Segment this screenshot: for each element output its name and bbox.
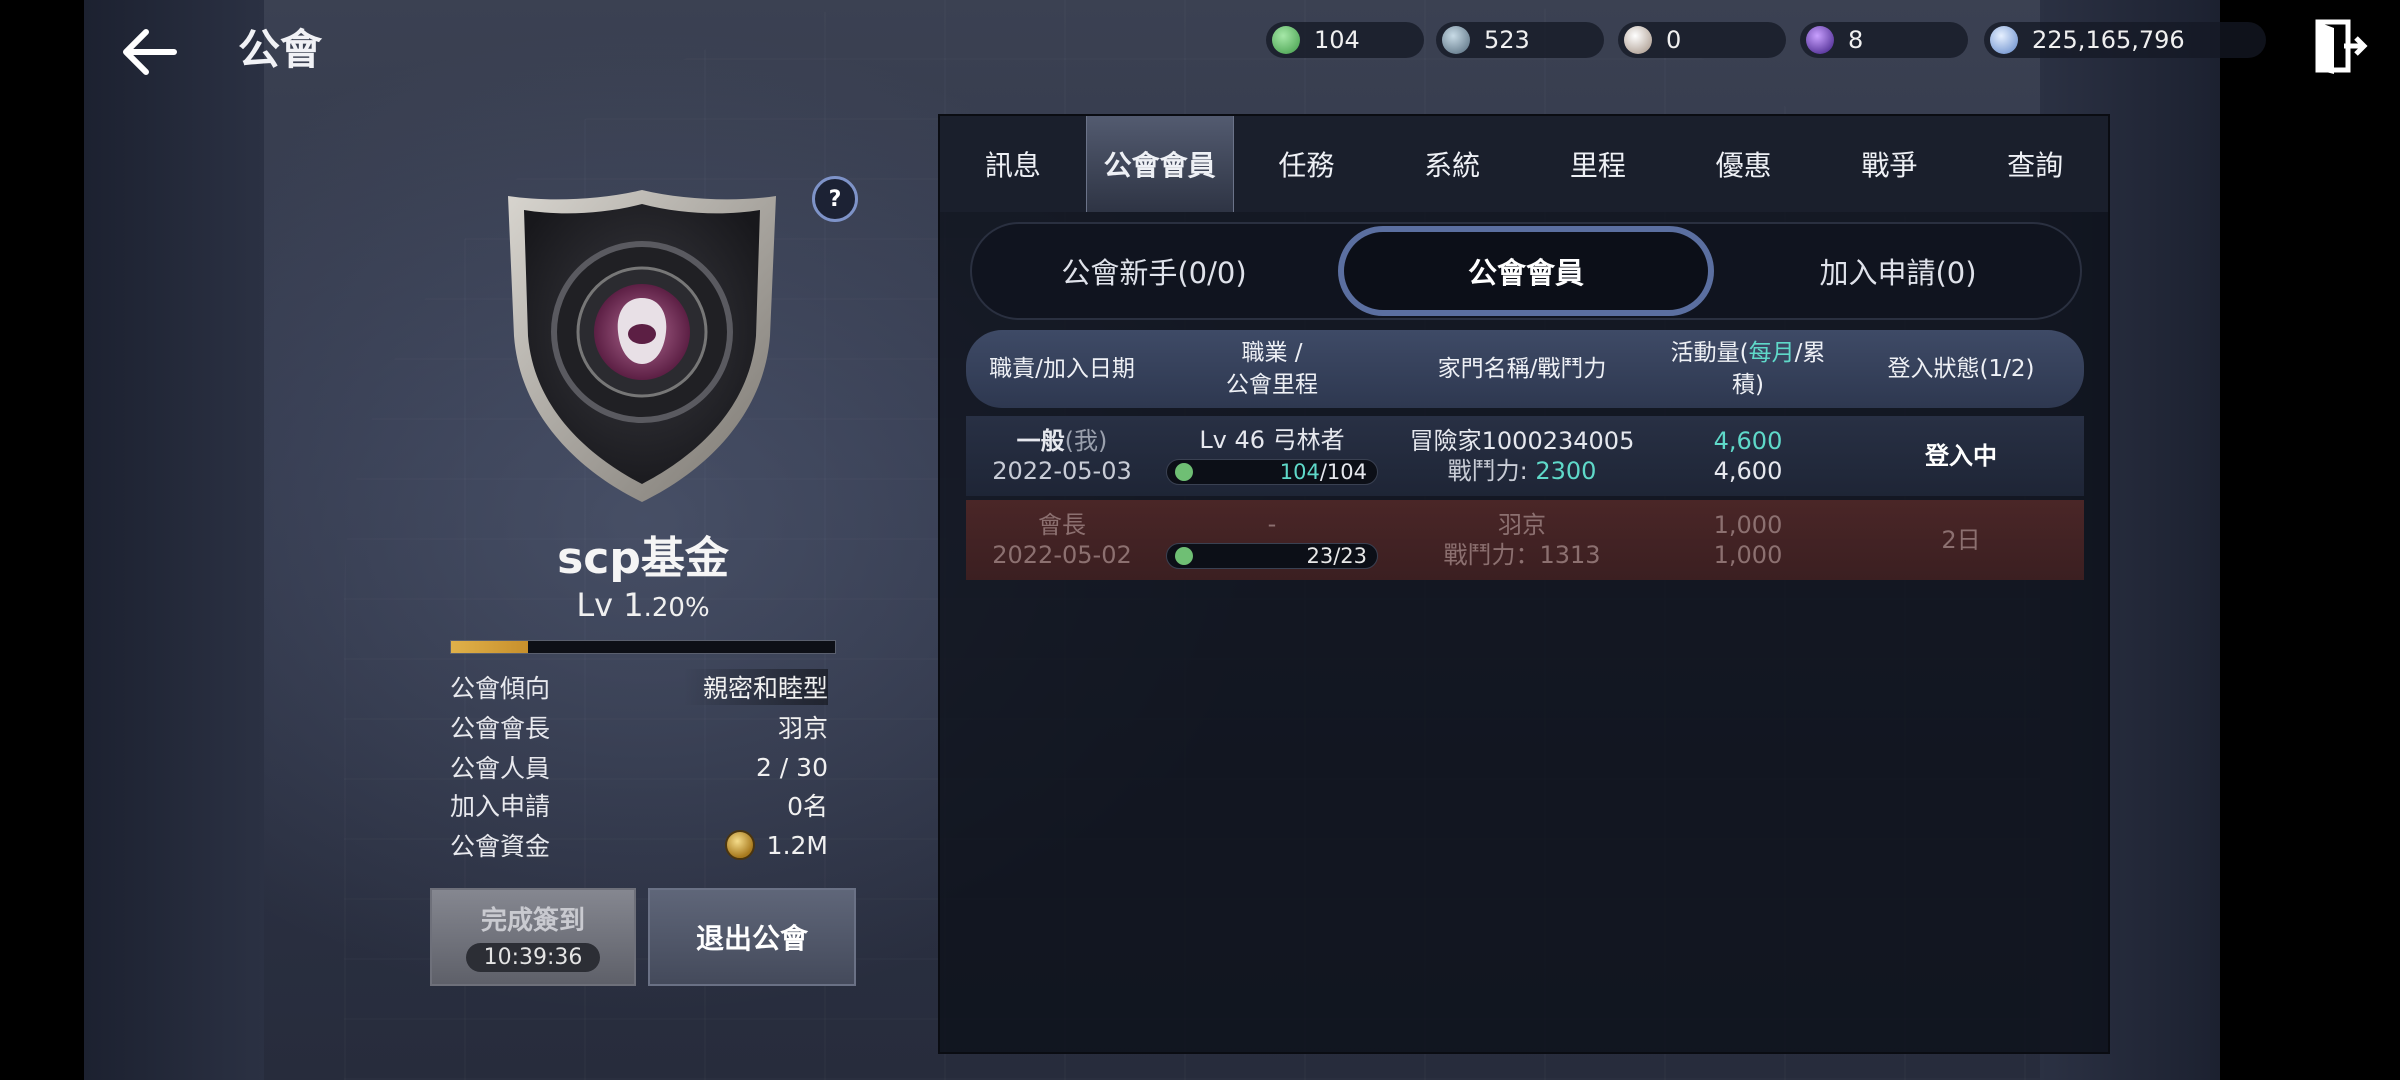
header-activity[interactable]: 活動量(每月/累積) [1658,337,1838,401]
tab-system[interactable]: 系統 [1379,116,1525,212]
question-book-icon: ? [828,186,842,212]
tab-war[interactable]: 戰爭 [1817,116,1963,212]
mileage-bar: 23/23 [1166,542,1378,569]
info-row-funds: 公會資金 1.2M [450,830,828,861]
soul-gem-icon [1806,26,1834,54]
tab-messages[interactable]: 訊息 [940,116,1086,212]
guild-shield-icon [508,190,776,502]
currency-pearl[interactable]: 0 [1618,22,1786,58]
silver-coin-icon [1990,26,2018,54]
currency-silver[interactable]: 225,165,796 [1984,22,2266,58]
header-family[interactable]: 家門名稱/戰鬥力 [1386,353,1658,385]
header-job[interactable]: 職業 / 公會里程 [1158,337,1386,401]
guild-help-button[interactable]: ? [812,176,858,222]
guild-members-panel: 訊息 公會會員 任務 系統 里程 優惠 戰爭 查詢 公會新手(0/0) 公會會員… [938,114,2110,1054]
table-row[interactable]: 會長 2022-05-02 - 23/23 羽京 戰鬥力：1313 1,000 … [966,500,2084,580]
member-subtabs: 公會新手(0/0) 公會會員 加入申請(0) [970,222,2082,320]
currency-crystal[interactable]: 523 [1436,22,1604,58]
exit-button[interactable] [2312,16,2368,76]
left-wall [84,0,264,1080]
guild-emblem [500,186,784,506]
subtab-applications[interactable]: 加入申請(0) [1716,224,2080,318]
header-login[interactable]: 登入狀態(1/2) [1838,353,2084,385]
tab-members[interactable]: 公會會員 [1085,116,1234,212]
header-role[interactable]: 職責/加入日期 [966,353,1158,385]
members-table-header: 職責/加入日期 職業 / 公會里程 家門名稱/戰鬥力 活動量(每月/累積) 登入… [966,330,2084,408]
main-tabs: 訊息 公會會員 任務 系統 里程 優惠 戰爭 查詢 [940,116,2108,212]
subtab-members[interactable]: 公會會員 [1338,226,1714,316]
guild-level: Lv 1.20% [576,586,710,624]
mileage-icon [1272,26,1300,54]
login-status: 登入中 [1925,442,1997,470]
info-row-leader: 公會會長 羽京 [450,714,828,743]
leave-guild-button[interactable]: 退出公會 [648,888,856,986]
info-row-tendency: 公會傾向 親密和睦型 [450,669,828,705]
subtab-newbies[interactable]: 公會新手(0/0) [972,224,1336,318]
currency-soul-gem[interactable]: 8 [1800,22,1968,58]
login-status: 2日 [1941,526,1981,554]
mileage-icon [1175,546,1193,565]
back-arrow-icon [123,29,177,75]
tab-search[interactable]: 查詢 [1962,116,2108,212]
checkin-timer: 10:39:36 [465,943,601,972]
checkin-button[interactable]: 完成簽到 10:39:36 [430,888,636,986]
tab-missions[interactable]: 任務 [1234,116,1380,212]
mileage-bar: 104/104 [1166,458,1378,485]
crystal-icon [1442,26,1470,54]
guild-exp-fill [451,641,528,653]
guild-name: scp基金 [557,533,729,584]
pearl-icon [1624,26,1652,54]
info-row-applications: 加入申請 0名 [450,792,828,821]
back-button[interactable] [118,20,182,84]
info-row-members: 公會人員 2 / 30 [450,752,828,784]
table-row[interactable]: 一般(我) 2022-05-03 Lv 46 弓林者 104/104 冒險家10… [966,416,2084,496]
page-title: 公會 [238,25,323,74]
mileage-icon [1175,462,1193,481]
gold-pouch-icon [724,830,755,860]
tab-benefits[interactable]: 優惠 [1671,116,1817,212]
tab-mileage[interactable]: 里程 [1525,116,1671,212]
currency-mileage[interactable]: 104 [1266,22,1424,58]
guild-exp-bar [450,640,836,654]
exit-door-icon [2315,19,2368,74]
